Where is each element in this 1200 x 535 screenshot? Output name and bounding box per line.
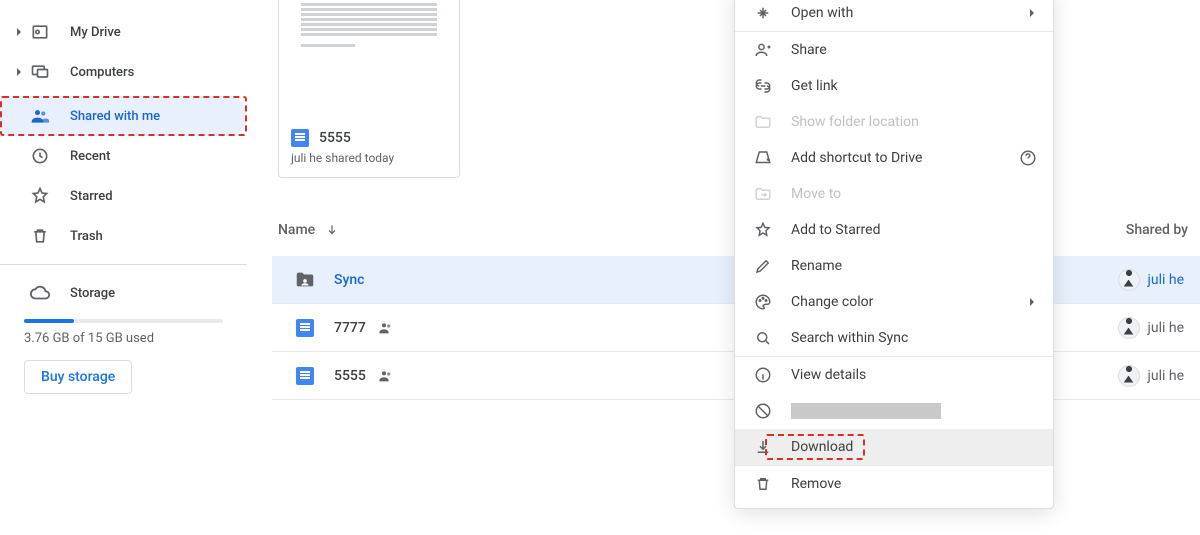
file-name: 7777 xyxy=(334,320,366,336)
sidebar-item-label: My Drive xyxy=(70,25,121,40)
sidebar-item-label: Shared with me xyxy=(70,109,160,124)
ctx-download[interactable]: Download xyxy=(735,429,1053,465)
shared-folder-icon xyxy=(294,269,316,291)
sort-arrow-down-icon xyxy=(325,223,339,237)
storage-usage-text: 3.76 GB of 15 GB used xyxy=(24,331,223,346)
sidebar-item-shared-with-me[interactable]: Shared with me xyxy=(0,96,247,136)
ctx-search-within[interactable]: Search within Sync xyxy=(735,320,1053,356)
move-to-icon xyxy=(751,182,775,206)
ctx-change-color[interactable]: Change color xyxy=(735,284,1053,320)
file-name: Sync xyxy=(334,272,364,288)
avatar xyxy=(1118,365,1140,387)
ctx-add-to-starred[interactable]: Add to Starred xyxy=(735,212,1053,248)
chevron-right-icon xyxy=(1027,8,1037,18)
suggestion-card[interactable]: 5555 juli he shared today xyxy=(278,0,460,178)
sidebar-item-starred[interactable]: Starred xyxy=(0,176,247,216)
card-title: 5555 xyxy=(319,130,351,146)
computers-icon xyxy=(28,60,52,84)
search-icon xyxy=(751,326,775,350)
card-thumbnail xyxy=(279,0,459,119)
column-header-shared-by[interactable]: Shared by xyxy=(1126,222,1188,238)
ctx-remove[interactable]: Remove xyxy=(735,466,1053,502)
download-icon xyxy=(751,435,775,459)
docs-icon xyxy=(294,317,316,339)
docs-icon xyxy=(294,365,316,387)
ctx-share[interactable]: Share xyxy=(735,32,1053,68)
shared-by-name: juli he xyxy=(1148,368,1184,384)
sidebar-item-computers[interactable]: Computers xyxy=(0,52,247,92)
storage-meter xyxy=(24,319,223,323)
drive-icon xyxy=(28,20,52,44)
caret-right-icon xyxy=(10,67,28,77)
help-icon[interactable] xyxy=(1019,149,1037,167)
buy-storage-button[interactable]: Buy storage xyxy=(24,360,132,394)
sidebar-item-label: Starred xyxy=(70,189,113,204)
cloud-icon xyxy=(28,281,52,305)
trash-icon xyxy=(751,472,775,496)
sidebar-item-recent[interactable]: Recent xyxy=(0,136,247,176)
link-icon xyxy=(751,74,775,98)
trash-icon xyxy=(28,224,52,248)
star-icon xyxy=(751,218,775,242)
redacted-label xyxy=(791,403,941,419)
people-icon xyxy=(28,104,52,128)
star-icon xyxy=(28,184,52,208)
folder-icon xyxy=(751,110,775,134)
sidebar-item-label: Trash xyxy=(70,229,103,244)
file-name: 5555 xyxy=(334,368,366,384)
ctx-show-folder-location: Show folder location xyxy=(735,104,1053,140)
sidebar-item-label: Recent xyxy=(70,149,110,164)
context-menu: Open with Share Get link xyxy=(734,0,1054,509)
people-icon xyxy=(378,320,394,336)
open-with-icon xyxy=(751,1,775,25)
shared-by-name: juli he xyxy=(1148,272,1184,288)
ctx-move-to: Move to xyxy=(735,176,1053,212)
block-icon xyxy=(751,399,775,423)
ctx-redacted-item[interactable] xyxy=(735,393,1053,429)
people-icon xyxy=(378,368,394,384)
card-subtitle: juli he shared today xyxy=(291,151,447,165)
column-header-name[interactable]: Name xyxy=(278,222,339,238)
person-add-icon xyxy=(751,38,775,62)
avatar xyxy=(1118,317,1140,339)
sidebar: My Drive Computers Shared with me Recent xyxy=(0,0,256,535)
chevron-right-icon xyxy=(1027,297,1037,307)
ctx-get-link[interactable]: Get link xyxy=(735,68,1053,104)
main-content: 5555 juli he shared today Name Shared by… xyxy=(256,0,1200,535)
sidebar-item-trash[interactable]: Trash xyxy=(0,216,247,256)
sidebar-item-label: Computers xyxy=(70,65,134,80)
ctx-add-shortcut-to-drive[interactable]: Add shortcut to Drive xyxy=(735,140,1053,176)
pencil-icon xyxy=(751,254,775,278)
docs-icon xyxy=(291,129,309,147)
drive-shortcut-icon xyxy=(751,146,775,170)
caret-right-icon xyxy=(10,27,28,37)
sidebar-item-label: Storage xyxy=(70,286,115,301)
palette-icon xyxy=(751,290,775,314)
shared-by-name: juli he xyxy=(1148,320,1184,336)
clock-icon xyxy=(28,144,52,168)
sidebar-item-storage[interactable]: Storage xyxy=(0,273,247,313)
ctx-rename[interactable]: Rename xyxy=(735,248,1053,284)
avatar xyxy=(1118,269,1140,291)
info-icon xyxy=(751,363,775,387)
ctx-view-details[interactable]: View details xyxy=(735,357,1053,393)
ctx-open-with[interactable]: Open with xyxy=(735,0,1053,31)
sidebar-item-my-drive[interactable]: My Drive xyxy=(0,12,247,52)
